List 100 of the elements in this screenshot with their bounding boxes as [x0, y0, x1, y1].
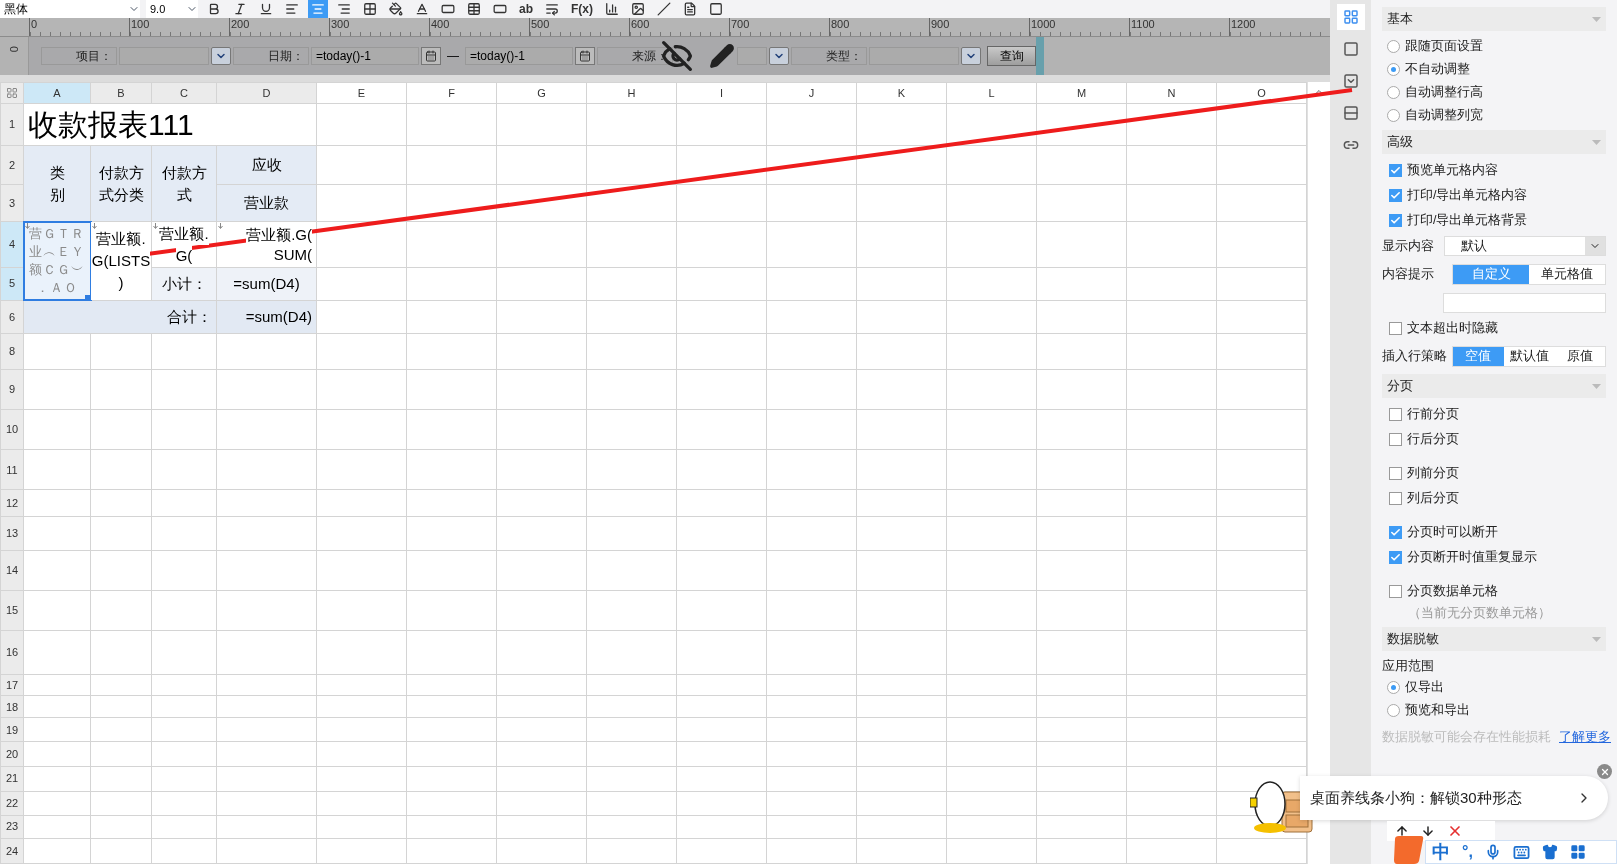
radio-button[interactable]	[1387, 63, 1400, 76]
row-header[interactable]: 4	[0, 221, 24, 268]
row-header[interactable]: 10	[0, 409, 24, 450]
row-header[interactable]: 20	[0, 741, 24, 766]
row-header[interactable]: 22	[0, 791, 24, 816]
column-header[interactable]: L	[946, 82, 1037, 104]
row-header[interactable]: 14	[0, 550, 24, 591]
radio-label: 预览和导出	[1405, 702, 1470, 720]
ruler-label: 400	[431, 19, 450, 30]
splitter-handle[interactable]	[1036, 37, 1044, 75]
shirt-icon[interactable]	[1541, 844, 1558, 860]
keyboard-icon[interactable]	[1512, 843, 1530, 861]
arrow-down-icon[interactable]	[1421, 824, 1435, 838]
radio-button[interactable]	[1387, 704, 1400, 717]
row-header[interactable]: 9	[0, 369, 24, 410]
row-header[interactable]: 12	[0, 489, 24, 517]
checkbox[interactable]	[1389, 585, 1402, 598]
column-header[interactable]: D	[216, 82, 317, 104]
caret-down-icon	[1592, 383, 1601, 389]
font-size-select[interactable]: 9.0	[146, 0, 198, 18]
row-header[interactable]: 19	[0, 717, 24, 742]
checkbox[interactable]	[1389, 164, 1402, 177]
checkbox[interactable]	[1389, 408, 1402, 421]
row-header[interactable]: 3	[0, 184, 24, 222]
column-header[interactable]: H	[586, 82, 677, 104]
checkbox-label: 列后分页	[1407, 490, 1459, 508]
caret-down-icon	[1592, 636, 1601, 642]
calendar-button[interactable]	[575, 47, 595, 65]
row-header[interactable]: 18	[0, 695, 24, 718]
row-header[interactable]: 16	[0, 630, 24, 675]
date-field[interactable]: =today()-1	[311, 47, 419, 65]
close-icon[interactable]	[1447, 823, 1463, 839]
row-header[interactable]: 24	[0, 838, 24, 864]
font-select[interactable]: 黑体	[0, 0, 140, 18]
row-header[interactable]: 8	[0, 333, 24, 370]
column-header[interactable]: F	[406, 82, 497, 104]
radio-button[interactable]	[1387, 109, 1400, 122]
date-field[interactable]: =today()-1	[465, 47, 573, 65]
column-header[interactable]: E	[316, 82, 407, 104]
column-header[interactable]: A	[23, 82, 91, 104]
dropdown-button[interactable]	[769, 47, 789, 65]
dropdown-button[interactable]	[211, 47, 231, 65]
row-header[interactable]: 2	[0, 145, 24, 185]
checkbox[interactable]	[1389, 492, 1402, 505]
calendar-button[interactable]	[421, 47, 441, 65]
row-header[interactable]: 11	[0, 449, 24, 490]
radio-label: 不自动调整	[1405, 61, 1470, 79]
checkbox[interactable]	[1389, 214, 1402, 227]
grid-icon[interactable]	[1569, 844, 1586, 860]
select-all-icon[interactable]	[6, 87, 18, 99]
section-header[interactable]: 数据脱敏	[1382, 627, 1606, 651]
ime-mode-button[interactable]: 中	[1432, 843, 1450, 861]
display-select[interactable]: 默认	[1444, 236, 1606, 256]
side-tab[interactable]	[1336, 4, 1365, 30]
checkbox[interactable]	[1389, 322, 1402, 335]
field-label: 内容提示	[1382, 265, 1435, 283]
column-header[interactable]: I	[676, 82, 767, 104]
radio-button[interactable]	[1387, 86, 1400, 99]
arrow-up-icon[interactable]	[1395, 824, 1409, 838]
section-header[interactable]: 高级	[1382, 130, 1606, 154]
checkbox[interactable]	[1389, 433, 1402, 446]
section-header[interactable]: 基本	[1382, 7, 1606, 31]
chart-icon	[605, 2, 619, 16]
cell-tab-icon	[1342, 9, 1359, 25]
toolbar-button[interactable]: F(x)	[568, 0, 596, 18]
row-header[interactable]: 5	[0, 267, 24, 301]
checkbox[interactable]	[1389, 551, 1402, 564]
row-header[interactable]: 1	[0, 103, 24, 146]
align-right-icon	[337, 2, 351, 16]
section-header[interactable]: 分页	[1382, 374, 1606, 398]
toolbar-button[interactable]: ab	[516, 0, 536, 18]
row-header[interactable]: 17	[0, 674, 24, 696]
punctuation-button[interactable]: °,	[1462, 844, 1473, 860]
row-header[interactable]: 13	[0, 516, 24, 551]
column-header[interactable]: G	[496, 82, 587, 104]
column-header[interactable]: C	[151, 82, 217, 104]
learn-more-link[interactable]: 了解更多	[1559, 727, 1611, 747]
fill-handle[interactable]	[85, 294, 90, 300]
checkbox[interactable]	[1389, 467, 1402, 480]
row-header[interactable]: 21	[0, 766, 24, 792]
column-header[interactable]: B	[90, 82, 152, 104]
query-button[interactable]: 查询	[987, 46, 1036, 66]
checkbox[interactable]	[1389, 189, 1402, 202]
row-header[interactable]: 6	[0, 300, 24, 334]
column-header[interactable]: J	[766, 82, 857, 104]
column-header[interactable]: N	[1126, 82, 1217, 104]
checkbox[interactable]	[1389, 526, 1402, 539]
radio-button[interactable]	[1387, 681, 1400, 694]
tooltip-input[interactable]	[1443, 292, 1606, 313]
radio-button[interactable]	[1387, 40, 1400, 53]
promo-popup[interactable]: 桌面养线条小狗：解锁30种形态	[1300, 776, 1608, 820]
dropdown-button[interactable]	[961, 47, 981, 65]
line-icon	[657, 2, 671, 16]
column-header[interactable]: K	[856, 82, 947, 104]
row-header[interactable]: 23	[0, 815, 24, 839]
ruler-label: 0	[6, 46, 21, 53]
align-center-button[interactable]	[308, 0, 328, 18]
row-header[interactable]: 15	[0, 590, 24, 631]
checkbox-label: 行前分页	[1407, 406, 1459, 424]
column-header[interactable]: M	[1036, 82, 1127, 104]
